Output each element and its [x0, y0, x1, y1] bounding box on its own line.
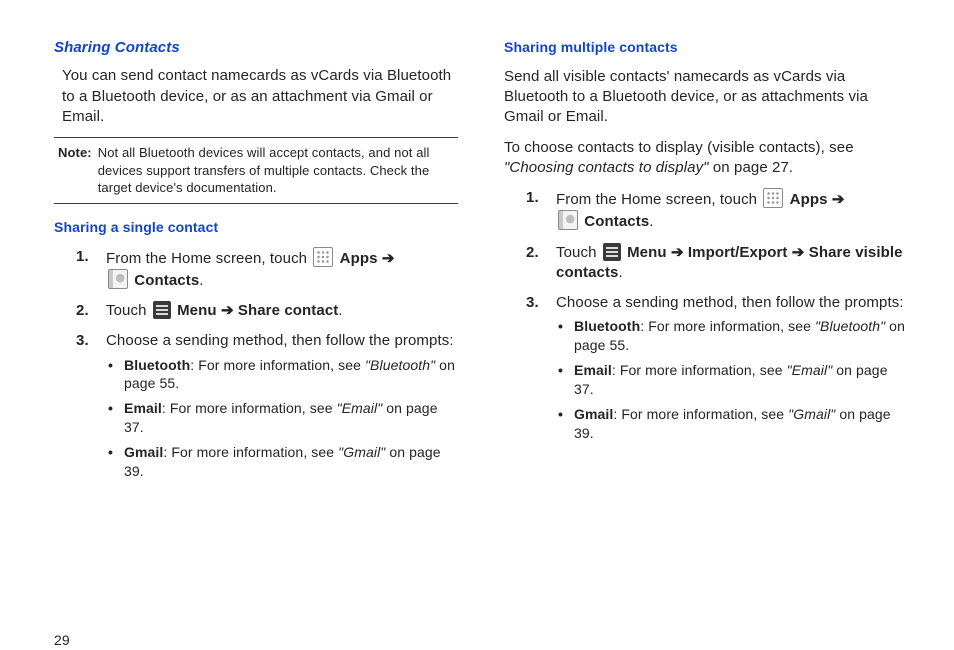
step-item: 2. Touch Menu ➔ Share contact.: [54, 301, 458, 321]
period: .: [338, 302, 342, 319]
option-text: : For more information, see: [190, 357, 365, 373]
bullet-item: Bluetooth: For more information, see "Bl…: [556, 317, 908, 355]
step-text: Touch: [556, 244, 601, 261]
option-label: Email: [574, 362, 612, 378]
page-number: 29: [54, 631, 458, 650]
menu-label: Menu: [627, 244, 667, 261]
option-label: Bluetooth: [574, 318, 640, 334]
bullet-item: Bluetooth: For more information, see "Bl…: [106, 356, 458, 394]
cross-ref: "Email": [337, 400, 383, 416]
option-text: : For more information, see: [613, 406, 788, 422]
right-column: Sharing multiple contacts Send all visib…: [504, 38, 908, 650]
step-text: Choose a sending method, then follow the…: [106, 332, 454, 349]
intro-paragraph: Send all visible contacts' namecards as …: [504, 67, 908, 128]
step-item: 1. From the Home screen, touch Apps ➔ Co…: [504, 188, 908, 233]
cross-ref: "Choosing contacts to display": [504, 159, 709, 176]
two-column-layout: Sharing Contacts You can send contact na…: [54, 38, 908, 650]
menu-icon: [603, 243, 621, 261]
note-block: Note: Not all Bluetooth devices will acc…: [54, 144, 458, 197]
option-text: : For more information, see: [162, 400, 337, 416]
step-text: From the Home screen, touch: [556, 191, 761, 208]
option-label: Email: [124, 400, 162, 416]
cross-ref: "Gmail": [338, 444, 385, 460]
cross-ref: "Bluetooth": [365, 357, 435, 373]
page-ref: on page 27.: [709, 159, 794, 176]
bullet-item: Gmail: For more information, see "Gmail"…: [556, 405, 908, 443]
intro-paragraph: You can send contact namecards as vCards…: [54, 66, 458, 127]
contacts-icon: [558, 210, 578, 230]
text: To choose contacts to display (visible c…: [504, 139, 854, 156]
step-number: 1.: [76, 247, 89, 267]
arrow-icon: ➔: [221, 302, 238, 319]
step-item: 1. From the Home screen, touch Apps ➔ Co…: [54, 247, 458, 292]
cross-ref: "Email": [787, 362, 833, 378]
bullet-item: Email: For more information, see "Email"…: [556, 361, 908, 399]
bullet-item: Gmail: For more information, see "Gmail"…: [106, 443, 458, 481]
arrow-icon: ➔: [832, 191, 845, 208]
step-text: Touch: [106, 302, 151, 319]
note-label: Note:: [58, 144, 92, 197]
step-number: 2.: [526, 243, 539, 263]
step-list: 1. From the Home screen, touch Apps ➔ Co…: [54, 247, 458, 481]
step-text: From the Home screen, touch: [106, 250, 311, 267]
step-number: 2.: [76, 301, 89, 321]
option-label: Gmail: [574, 406, 613, 422]
step-item: 3. Choose a sending method, then follow …: [504, 293, 908, 443]
contacts-label: Contacts: [584, 213, 649, 230]
apps-icon: [313, 247, 333, 267]
arrow-icon: ➔: [382, 250, 395, 267]
cross-ref: "Gmail": [788, 406, 835, 422]
period: .: [199, 272, 203, 289]
apps-icon: [763, 188, 783, 208]
apps-label: Apps: [790, 191, 828, 208]
subsection-heading: Sharing multiple contacts: [504, 38, 908, 57]
bullet-list: Bluetooth: For more information, see "Bl…: [106, 356, 458, 481]
divider: [54, 137, 458, 138]
option-label: Bluetooth: [124, 357, 190, 373]
menu-label: Menu: [177, 302, 217, 319]
option-label: Gmail: [124, 444, 163, 460]
step-number: 1.: [526, 188, 539, 208]
cross-ref: "Bluetooth": [815, 318, 885, 334]
step-item: 3. Choose a sending method, then follow …: [54, 331, 458, 481]
import-export-label: Import/Export: [688, 244, 788, 261]
note-body: Not all Bluetooth devices will accept co…: [98, 144, 454, 197]
subsection-heading: Sharing a single contact: [54, 218, 458, 237]
divider: [54, 203, 458, 204]
arrow-icon: ➔: [792, 244, 809, 261]
option-text: : For more information, see: [163, 444, 338, 460]
option-text: : For more information, see: [612, 362, 787, 378]
step-number: 3.: [76, 331, 89, 351]
arrow-icon: ➔: [671, 244, 688, 261]
reference-paragraph: To choose contacts to display (visible c…: [504, 138, 908, 179]
step-list: 1. From the Home screen, touch Apps ➔ Co…: [504, 188, 908, 443]
section-heading: Sharing Contacts: [54, 38, 458, 58]
option-text: : For more information, see: [640, 318, 815, 334]
step-text: Choose a sending method, then follow the…: [556, 294, 904, 311]
contacts-label: Contacts: [134, 272, 199, 289]
step-item: 2. Touch Menu ➔ Import/Export ➔ Share vi…: [504, 243, 908, 284]
period: .: [649, 213, 653, 230]
bullet-item: Email: For more information, see "Email"…: [106, 399, 458, 437]
left-column: Sharing Contacts You can send contact na…: [54, 38, 458, 650]
period: .: [619, 264, 623, 281]
step-number: 3.: [526, 293, 539, 313]
apps-label: Apps: [340, 250, 378, 267]
contacts-icon: [108, 269, 128, 289]
share-contact-label: Share contact: [238, 302, 339, 319]
menu-icon: [153, 301, 171, 319]
bullet-list: Bluetooth: For more information, see "Bl…: [556, 317, 908, 442]
